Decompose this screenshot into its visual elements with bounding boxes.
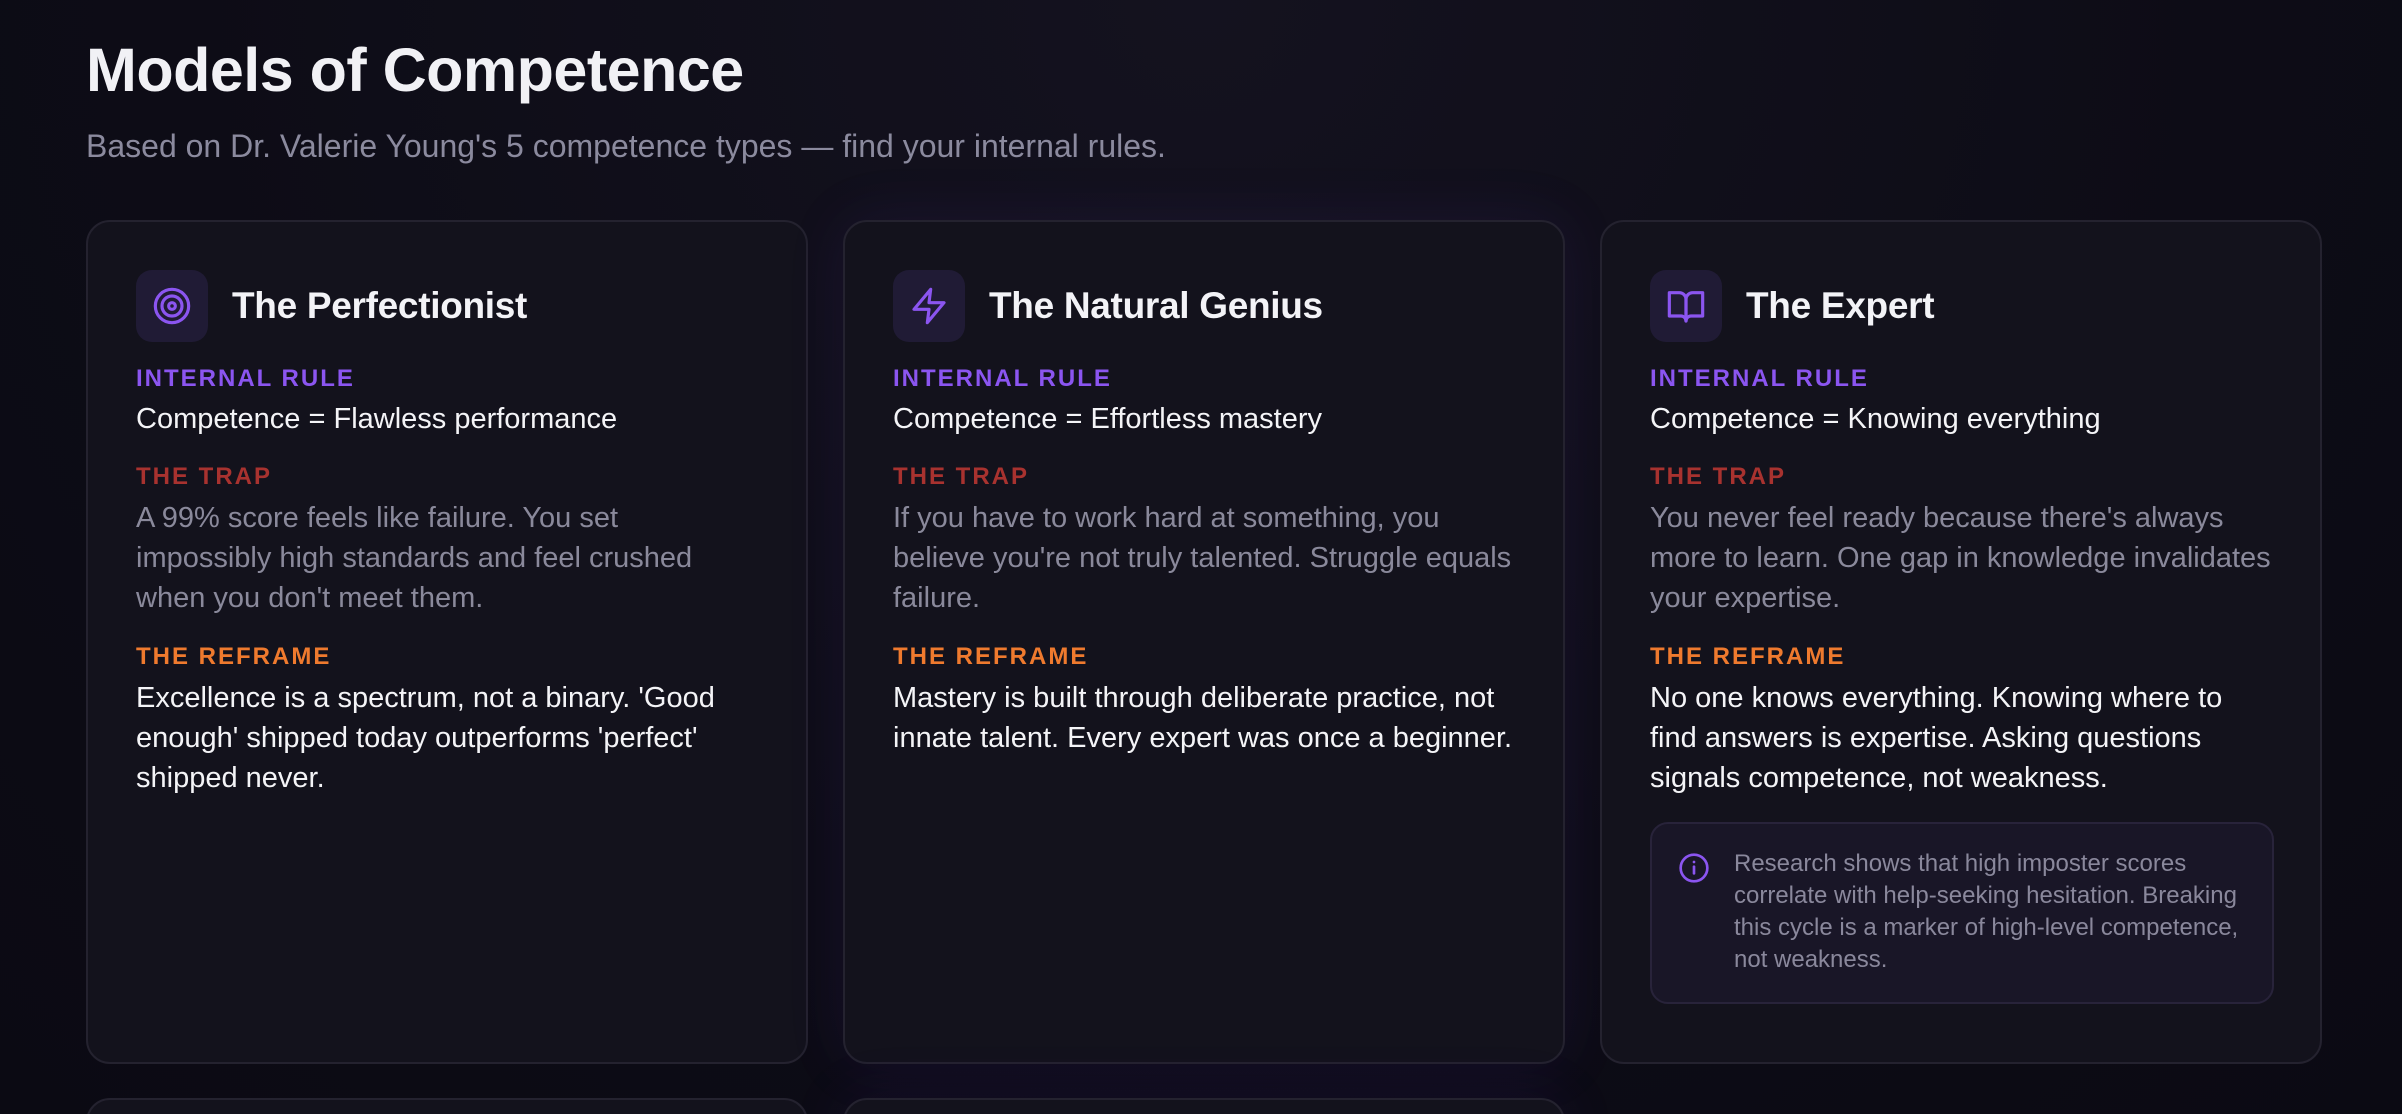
trap-text: You never feel ready because there's alw… <box>1650 502 2271 614</box>
reframe-label: THE REFRAME <box>136 643 332 670</box>
internal-rule-text: Competence = Flawless performance <box>136 403 618 435</box>
card-title: The Natural Genius <box>989 285 1323 326</box>
card-partial <box>86 1098 808 1114</box>
trap-text: If you have to work hard at something, y… <box>893 502 1512 614</box>
reframe-label: THE REFRAME <box>893 643 1089 670</box>
internal-rule-label: INTERNAL RULE <box>136 365 355 392</box>
internal-rule-text: Competence = Effortless mastery <box>893 403 1323 435</box>
page-title: Models of Competence <box>86 36 744 104</box>
trap-label: THE TRAP <box>136 463 272 490</box>
info-icon <box>1679 853 1709 883</box>
reframe-text: No one knows everything. Knowing where t… <box>1650 682 2223 794</box>
internal-rule-text: Competence = Knowing everything <box>1650 403 2101 435</box>
card-header: The Natural Genius <box>893 270 1515 342</box>
card-header: The Expert <box>1650 270 2272 342</box>
research-note-text: Research shows that high imposter scores… <box>1734 850 2239 973</box>
target-icon <box>136 270 208 342</box>
card-perfectionist: The Perfectionist INTERNAL RULE Competen… <box>86 220 808 1064</box>
reframe-text: Excellence is a spectrum, not a binary. … <box>136 682 715 794</box>
page: Models of Competence Based on Dr. Valeri… <box>0 0 2402 1114</box>
reframe-label: THE REFRAME <box>1650 643 1846 670</box>
research-note: Research shows that high imposter scores… <box>1650 822 2274 1004</box>
card-natural-genius: The Natural Genius INTERNAL RULE Compete… <box>843 220 1565 1064</box>
card-header: The Perfectionist <box>136 270 758 342</box>
card-partial <box>843 1098 1565 1114</box>
lightning-icon <box>893 270 965 342</box>
internal-rule-label: INTERNAL RULE <box>893 365 1112 392</box>
card-expert: The Expert INTERNAL RULE Competence = Kn… <box>1600 220 2322 1064</box>
reframe-text: Mastery is built through deliberate prac… <box>893 682 1513 754</box>
card-title: The Expert <box>1746 285 1935 326</box>
internal-rule-label: INTERNAL RULE <box>1650 365 1869 392</box>
trap-label: THE TRAP <box>893 463 1029 490</box>
book-open-icon <box>1650 270 1722 342</box>
trap-label: THE TRAP <box>1650 463 1786 490</box>
trap-text: A 99% score feels like failure. You set … <box>136 502 693 614</box>
page-subtitle: Based on Dr. Valerie Young's 5 competenc… <box>86 128 1166 164</box>
card-title: The Perfectionist <box>232 285 528 326</box>
